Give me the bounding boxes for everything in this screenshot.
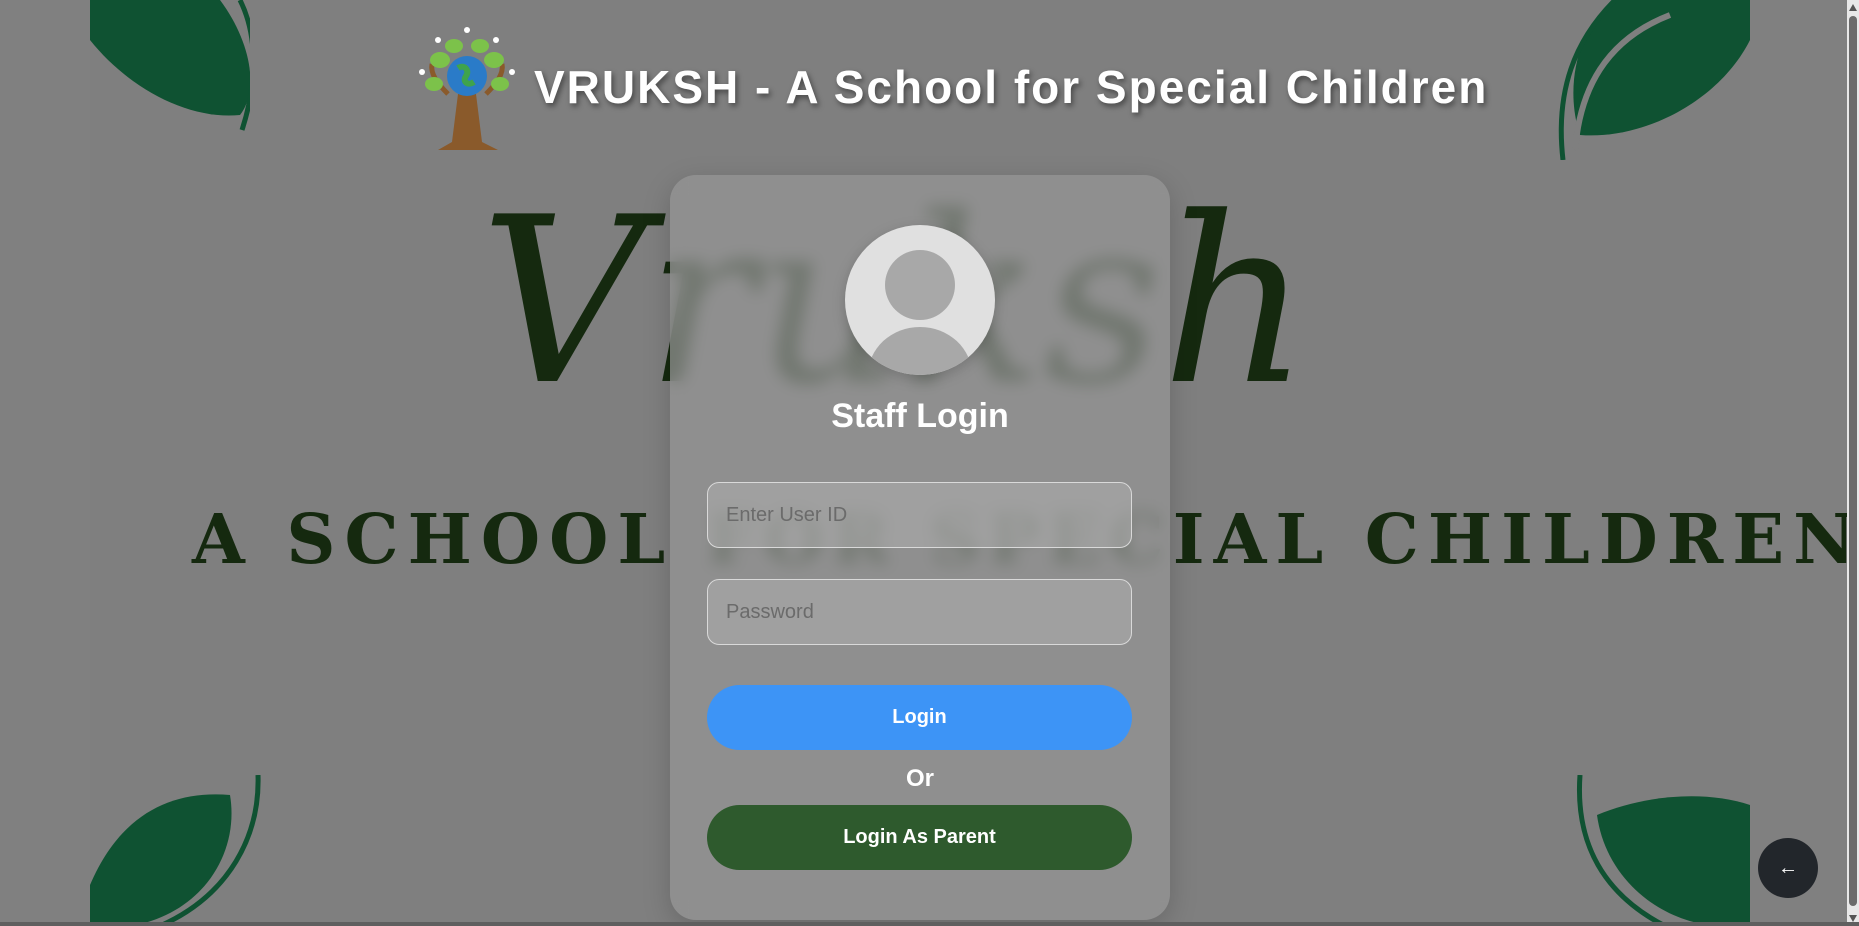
user-avatar-icon [845, 225, 995, 375]
leaf-decoration-top-right [1558, 0, 1750, 160]
page-scrollbar[interactable] [1847, 0, 1859, 926]
back-button[interactable]: ← [1758, 838, 1818, 898]
leaf-decoration-top-left [90, 0, 250, 131]
site-title: VRUKSH - A School for Special Children [534, 61, 1489, 113]
school-tree-logo [419, 27, 515, 150]
scrollbar-thumb[interactable] [1849, 16, 1857, 906]
arrow-left-icon: ← [1778, 856, 1798, 879]
password-input[interactable] [707, 579, 1132, 645]
leaf-decoration-bottom-left [90, 775, 261, 926]
card-title: Staff Login [831, 397, 1009, 435]
login-button[interactable]: Login [707, 685, 1132, 750]
login-as-parent-button[interactable]: Login As Parent [707, 805, 1132, 870]
window-bottom-edge [0, 922, 1859, 926]
leaf-decoration-bottom-right [1576, 775, 1750, 926]
header-brand: VRUKSH - A School for Special Children [418, 24, 1488, 150]
scroll-up-icon[interactable] [1849, 4, 1857, 11]
staff-login-card: Staff Login Login Or Login As Parent [670, 175, 1170, 920]
scroll-down-icon[interactable] [1849, 915, 1857, 922]
or-separator: Or [905, 765, 934, 792]
user-id-input[interactable] [707, 482, 1132, 548]
